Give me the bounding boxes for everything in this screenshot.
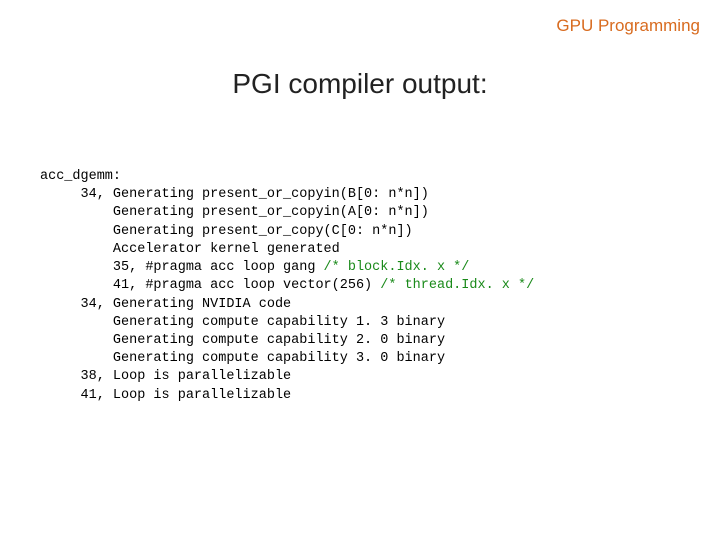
code-line: 38, Loop is parallelizable xyxy=(40,369,291,384)
code-line: Generating compute capability 3. 0 binar… xyxy=(40,351,445,366)
code-comment: /* thread.Idx. x */ xyxy=(380,278,534,293)
code-line: Generating compute capability 1. 3 binar… xyxy=(40,315,445,330)
code-comment: /* block.Idx. x */ xyxy=(324,260,470,275)
code-line: 35, #pragma acc loop gang xyxy=(40,260,324,275)
code-line: Accelerator kernel generated xyxy=(40,242,340,257)
code-line: Generating compute capability 2. 0 binar… xyxy=(40,333,445,348)
code-line: acc_dgemm: xyxy=(40,169,121,184)
compiler-output: acc_dgemm: 34, Generating present_or_cop… xyxy=(40,168,534,405)
code-line: 41, #pragma acc loop vector(256) xyxy=(40,278,380,293)
slide: GPU Programming PGI compiler output: acc… xyxy=(0,0,720,540)
code-line: 34, Generating NVIDIA code xyxy=(40,297,291,312)
code-line: Generating present_or_copy(C[0: n*n]) xyxy=(40,224,413,239)
code-line: 41, Loop is parallelizable xyxy=(40,388,291,403)
header-label: GPU Programming xyxy=(556,16,700,36)
code-line: 34, Generating present_or_copyin(B[0: n*… xyxy=(40,187,429,202)
code-line: Generating present_or_copyin(A[0: n*n]) xyxy=(40,205,429,220)
slide-title: PGI compiler output: xyxy=(0,68,720,100)
